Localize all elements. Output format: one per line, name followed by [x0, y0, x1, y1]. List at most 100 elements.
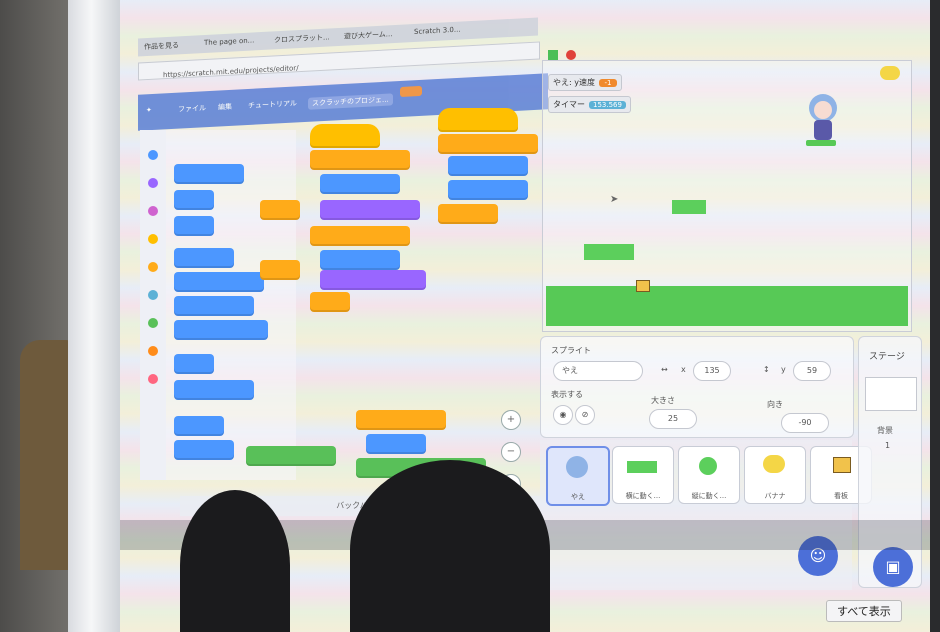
operator-block[interactable]: [246, 446, 336, 466]
category-myblocks-icon[interactable]: [148, 374, 158, 384]
motion-block[interactable]: [174, 248, 234, 268]
show-label: 表示する: [551, 390, 583, 399]
monitor-label: タイマー: [553, 100, 585, 109]
script-block[interactable]: [260, 200, 300, 220]
motion-block[interactable]: [174, 216, 214, 236]
sprite-thumb[interactable]: 横に動く...: [612, 446, 674, 504]
control-block[interactable]: [356, 410, 446, 430]
browser-tab[interactable]: 作品を見る: [144, 40, 179, 52]
browser-tab[interactable]: Scratch 3.0...: [414, 26, 461, 38]
x-arrow-icon: ↔: [661, 365, 668, 374]
category-looks-icon[interactable]: [148, 178, 158, 188]
y-input[interactable]: 59: [793, 361, 831, 381]
show-hidden-button[interactable]: ⊘: [575, 405, 595, 425]
menu-tutorial[interactable]: チュートリアル: [248, 98, 297, 111]
motion-block[interactable]: [448, 180, 528, 200]
motion-block[interactable]: [174, 440, 234, 460]
category-variables-icon[interactable]: [148, 346, 158, 356]
stage-panel: ステージ 背景 1 ▣: [858, 336, 922, 588]
monitor-value: 153.569: [589, 101, 626, 109]
sprite-name-input[interactable]: やえ: [553, 361, 643, 381]
backdrop-count: 1: [885, 441, 891, 450]
control-block[interactable]: [310, 226, 410, 246]
vertical-platform[interactable]: [584, 244, 634, 260]
control-block[interactable]: [438, 134, 538, 154]
share-button[interactable]: [400, 85, 422, 98]
block-palette: [166, 130, 296, 480]
motion-block[interactable]: [366, 434, 426, 454]
sign-sprite[interactable]: [636, 280, 650, 292]
motion-block[interactable]: [174, 354, 214, 374]
monitor-label: やえ: y速度: [553, 78, 595, 87]
motion-block[interactable]: [174, 380, 254, 400]
motion-block[interactable]: [174, 320, 268, 340]
banana-icon: [763, 455, 785, 473]
ground: [546, 286, 908, 326]
backdrop-label: 背景: [877, 426, 893, 435]
size-input[interactable]: 25: [649, 409, 697, 429]
mouse-cursor-icon: ➤: [610, 194, 619, 205]
x-input[interactable]: 135: [693, 361, 731, 381]
scratch-logo-icon[interactable]: ✦: [146, 106, 152, 114]
sprite-section-label: スプライト: [551, 346, 591, 355]
stage-thumbnail[interactable]: [865, 377, 917, 411]
project-title-field[interactable]: スクラッチのプロジェ...: [308, 93, 393, 110]
motion-block[interactable]: [320, 174, 400, 194]
screen-frame: [68, 0, 120, 632]
hat-block[interactable]: [438, 108, 518, 132]
motion-block[interactable]: [174, 164, 244, 184]
browser-tab[interactable]: クロスプラット...: [274, 32, 330, 45]
character-sprite[interactable]: [792, 88, 854, 152]
browser-tab[interactable]: 遊び大ゲーム...: [344, 29, 392, 42]
add-backdrop-button[interactable]: ▣: [873, 547, 913, 587]
horizontal-platform[interactable]: [672, 200, 706, 214]
category-sensing-icon[interactable]: [148, 290, 158, 300]
banana-sprite[interactable]: [880, 66, 900, 80]
monitor-y-speed: やえ: y速度 -1: [548, 74, 622, 91]
motion-block[interactable]: [448, 156, 528, 176]
direction-input[interactable]: -90: [781, 413, 829, 433]
green-flag-icon[interactable]: [548, 50, 558, 60]
zoom-in-button[interactable]: +: [501, 410, 521, 430]
category-motion-icon[interactable]: [148, 150, 158, 160]
projection-screen: 作品を見る The page on... クロスプラット... 遊び大ゲーム..…: [120, 0, 930, 632]
sprite-thumb-label: やえ: [571, 493, 585, 501]
hat-block[interactable]: [310, 124, 380, 148]
show-visible-button[interactable]: ◉: [553, 405, 573, 425]
browser-tab[interactable]: The page on...: [204, 36, 254, 49]
direction-label: 向き: [767, 400, 783, 409]
sprite-thumb[interactable]: やえ: [546, 446, 610, 506]
menu-edit[interactable]: 編集: [218, 102, 232, 113]
sprite-info-panel: スプライト やえ ↔ x 135 ↕ y 59 表示する ◉ ⊘ 大きさ 25 …: [540, 336, 854, 438]
monitor-timer: タイマー 153.569: [548, 96, 631, 113]
category-operators-icon[interactable]: [148, 318, 158, 328]
motion-block[interactable]: [174, 272, 264, 292]
sprite-thumb[interactable]: バナナ: [744, 446, 806, 504]
control-block[interactable]: [310, 292, 350, 312]
show-all-button[interactable]: すべて表示: [826, 600, 902, 622]
control-block[interactable]: [310, 150, 410, 170]
motion-block[interactable]: [174, 190, 214, 210]
sprite-thumb-icon: [699, 457, 717, 475]
looks-block[interactable]: [320, 200, 420, 220]
menu-file[interactable]: ファイル: [178, 103, 206, 114]
motion-block[interactable]: [320, 250, 400, 270]
motion-block[interactable]: [174, 296, 254, 316]
motion-block[interactable]: [174, 416, 224, 436]
sign-icon: [833, 457, 851, 473]
script-block[interactable]: [260, 260, 300, 280]
category-events-icon[interactable]: [148, 234, 158, 244]
y-label: y: [781, 365, 786, 374]
category-sound-icon[interactable]: [148, 206, 158, 216]
sprite-thumb[interactable]: 縦に動く...: [678, 446, 740, 504]
monitor-value: -1: [598, 79, 617, 87]
category-control-icon[interactable]: [148, 262, 158, 272]
control-block[interactable]: [438, 204, 498, 224]
sprite-list: やえ 横に動く... 縦に動く... バナナ 看板 ☺: [540, 440, 872, 590]
address-text: https://scratch.mit.edu/projects/editor/: [163, 64, 299, 80]
stop-icon[interactable]: [566, 50, 576, 60]
audience-head-shadow: [180, 490, 290, 632]
looks-block[interactable]: [320, 270, 426, 290]
zoom-out-button[interactable]: −: [501, 442, 521, 462]
y-arrow-icon: ↕: [763, 365, 770, 374]
